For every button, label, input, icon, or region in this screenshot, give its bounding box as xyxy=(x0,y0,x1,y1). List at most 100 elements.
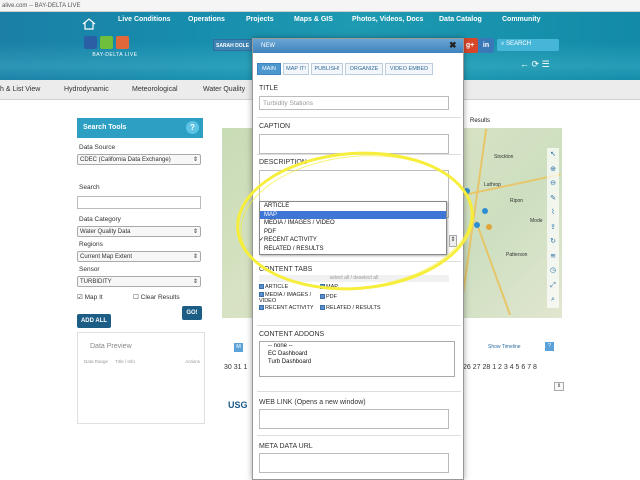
help-icon[interactable]: ? xyxy=(186,121,199,134)
timeline-select[interactable]: ⇕ xyxy=(554,382,564,391)
linkedin-icon[interactable]: in xyxy=(478,38,494,53)
content-tabs-label: CONTENT TABS xyxy=(259,266,313,273)
nav-projects[interactable]: Projects xyxy=(246,16,274,23)
map-city-label: Patterson xyxy=(506,252,528,258)
layers-icon[interactable]: ≋ xyxy=(547,250,559,265)
user-menu[interactable]: SARAH DOLE xyxy=(213,39,255,51)
refresh-icon[interactable]: ⟳ xyxy=(532,59,540,69)
web-link-input[interactable] xyxy=(259,409,449,429)
content-tab-related-results[interactable]: RELATED / RESULTS xyxy=(320,305,381,311)
map-station-marker[interactable] xyxy=(482,208,488,214)
map-mode-badge[interactable]: M xyxy=(234,343,243,352)
tab-organize[interactable]: ORGANIZE xyxy=(345,63,383,75)
search-input[interactable] xyxy=(77,196,201,209)
select-arrows-icon: ⇕ xyxy=(192,254,198,260)
addon-option-turb-dashboard[interactable]: Turb Dashboard xyxy=(260,358,454,366)
metadata-url-input[interactable] xyxy=(259,453,449,473)
timeline-days-left[interactable]: 30 31 1 xyxy=(224,364,247,371)
dropdown-option-pdf[interactable]: PDF xyxy=(260,228,446,237)
map-station-marker[interactable] xyxy=(464,188,470,194)
tab-hydrodynamic[interactable]: Hydrodynamic xyxy=(64,86,109,93)
timeline-help-icon[interactable]: ? xyxy=(545,342,554,351)
home-icon[interactable] xyxy=(82,18,96,30)
map-station-marker[interactable] xyxy=(474,222,480,228)
upload-icon[interactable]: ⇪ xyxy=(547,221,559,236)
ruler-icon[interactable]: ⌇ xyxy=(547,206,559,221)
map-it-checkbox[interactable]: ☑ Map It xyxy=(77,293,103,301)
timeline-days-right[interactable]: 26 27 28 1 2 3 4 5 6 7 8 xyxy=(463,364,537,371)
tab-main[interactable]: MAIN xyxy=(257,63,281,75)
content-tab-pdf[interactable]: PDF xyxy=(320,294,337,300)
tab-search-list-view[interactable]: h & List View xyxy=(0,86,40,93)
description-label: DESCRIPTION xyxy=(259,159,307,166)
header-controls: ← ⟳ ☰ xyxy=(520,59,560,71)
content-tab-label: RECENT ACTIVITY xyxy=(265,305,314,311)
search-map-icon[interactable]: ⌕ xyxy=(547,293,559,308)
checkbox-checked-icon xyxy=(259,305,264,311)
bay-delta-live-logo[interactable]: BAY-DELTA LIVE xyxy=(84,36,146,70)
content-type-dropdown[interactable]: ARTICLE MAP MEDIA / IMAGES / VIDEO PDF ✓… xyxy=(259,201,447,255)
show-timeline-link[interactable]: Show Timeline xyxy=(488,344,521,350)
content-tab-label: MAP xyxy=(326,284,338,290)
zoom-in-icon[interactable]: ⊕ xyxy=(547,163,559,178)
title-input[interactable]: Turbidity Stations xyxy=(259,96,449,110)
select-all-link[interactable]: select all / deselect all xyxy=(259,275,449,282)
close-icon[interactable]: ✖ xyxy=(449,41,457,50)
google-plus-icon[interactable]: g+ xyxy=(462,38,478,53)
header-search-button[interactable]: ⌕ SEARCH xyxy=(497,39,559,51)
map-city-label: Stockton xyxy=(494,154,514,160)
content-tab-map[interactable]: MAP xyxy=(320,284,338,290)
nav-operations[interactable]: Operations xyxy=(188,16,225,23)
tab-map-it[interactable]: MAP IT! xyxy=(283,63,309,75)
clear-results-checkbox[interactable]: ☐ Clear Results xyxy=(133,293,180,301)
addon-option-ec-dashboard[interactable]: EC Dashboard xyxy=(260,350,454,358)
content-addons-list[interactable]: -- none -- EC Dashboard Turb Dashboard xyxy=(259,341,455,377)
nav-data-catalog[interactable]: Data Catalog xyxy=(439,16,482,23)
logo-text: BAY-DELTA LIVE xyxy=(92,52,138,58)
dropdown-option-related-results[interactable]: RELATED / RESULTS xyxy=(260,245,446,254)
tab-publish[interactable]: PUBLISH! xyxy=(311,63,343,75)
caption-textarea[interactable] xyxy=(259,134,449,154)
dropdown-option-media[interactable]: MEDIA / IMAGES / VIDEO xyxy=(260,219,446,228)
dropdown-option-recent-activity[interactable]: ✓ RECENT ACTIVITY xyxy=(259,236,446,245)
usgs-logo: USG xyxy=(228,400,248,410)
dropdown-option-label: RECENT ACTIVITY xyxy=(264,237,317,243)
clock-icon[interactable]: ◷ xyxy=(547,264,559,279)
go-button[interactable]: GO! xyxy=(182,306,202,320)
rotate-icon[interactable]: ↻ xyxy=(547,235,559,250)
dropdown-option-map[interactable]: MAP xyxy=(260,210,446,219)
content-tab-article[interactable]: ARTICLE xyxy=(259,284,288,290)
map-station-marker[interactable] xyxy=(486,224,492,230)
content-tab-recent-activity[interactable]: RECENT ACTIVITY xyxy=(259,305,314,311)
sensor-value: TURBIDITY xyxy=(80,279,112,285)
map-city-label: Lathrop xyxy=(484,182,501,188)
arrow-left-icon[interactable]: ← xyxy=(520,59,529,69)
nav-community[interactable]: Community xyxy=(502,16,541,23)
content-tab-media[interactable]: MEDIA / IMAGES / VIDEO xyxy=(259,292,317,304)
pencil-icon[interactable]: ✎ xyxy=(547,192,559,207)
tab-water-quality[interactable]: Water Quality xyxy=(203,86,245,93)
pointer-icon[interactable]: ↖ xyxy=(547,148,559,163)
dropdown-arrow-icon[interactable]: ⇕ xyxy=(449,235,457,247)
addon-option-none[interactable]: -- none -- xyxy=(260,342,454,350)
regions-select[interactable]: Current Map Extent ⇕ xyxy=(77,251,201,262)
title-label: TITLE xyxy=(259,85,279,92)
zoom-out-icon[interactable]: ⊖ xyxy=(547,177,559,192)
data-category-select[interactable]: Water Quality Data ⇕ xyxy=(77,226,201,237)
dropdown-option-article[interactable]: ARTICLE xyxy=(260,202,446,211)
nav-live-conditions[interactable]: Live Conditions xyxy=(118,16,171,23)
sensor-select[interactable]: TURBIDITY ⇕ xyxy=(77,276,201,287)
search-label: Search xyxy=(79,184,100,191)
top-nav: Live Conditions Operations Projects Maps… xyxy=(0,16,640,30)
map-city-label: Mode xyxy=(530,218,543,224)
tab-video-embed[interactable]: VIDEO EMBED xyxy=(385,63,433,75)
select-arrows-icon: ⇕ xyxy=(192,229,198,235)
nav-photos-videos-docs[interactable]: Photos, Videos, Docs xyxy=(352,16,423,23)
browser-url-bar[interactable]: alive.com -- BAY-DELTA LIVE xyxy=(0,0,640,12)
fullscreen-icon[interactable]: ⤢ xyxy=(547,279,559,294)
data-source-select[interactable]: CDEC (California Data Exchange) ⇕ xyxy=(77,154,201,165)
add-all-button[interactable]: ADD ALL xyxy=(77,314,111,328)
nav-maps-gis[interactable]: Maps & GIS xyxy=(294,16,333,23)
list-icon[interactable]: ☰ xyxy=(542,59,550,69)
tab-meteorological[interactable]: Meteorological xyxy=(132,86,178,93)
